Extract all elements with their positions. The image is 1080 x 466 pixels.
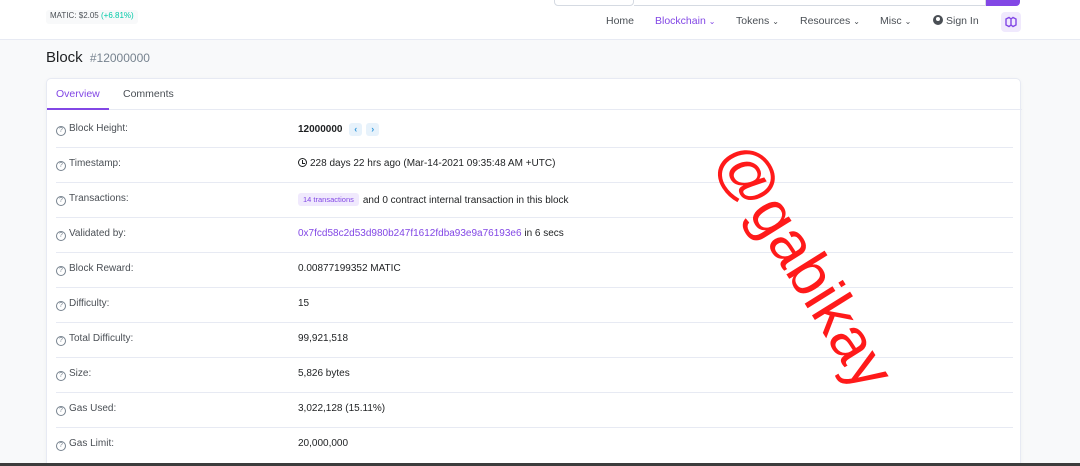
difficulty-value: 15: [298, 298, 310, 309]
search-input[interactable]: [634, 0, 986, 6]
nav-tokens[interactable]: Tokens ⌄: [736, 15, 779, 29]
row-label-text: Gas Limit:: [69, 438, 115, 449]
row-size: ? Size: 5,826 bytes: [56, 358, 1013, 393]
row-label: ? Gas Limit:: [56, 438, 114, 451]
price-change: (+6.81%): [101, 11, 134, 20]
gas-limit-value: 20,000,000: [298, 438, 349, 449]
size-value: 5,826 bytes: [298, 368, 350, 379]
transactions-text: and 0 contract internal transaction in t…: [362, 195, 569, 206]
row-label: ? Total Difficulty:: [56, 333, 133, 346]
validator-address-link[interactable]: 0x7fcd58c2d53d980b247f1612fdba93e9a76193…: [298, 228, 522, 239]
tab-comments[interactable]: Comments: [123, 88, 174, 100]
timestamp-value: 228 days 22 hrs ago (Mar-14-2021 09:35:4…: [310, 158, 556, 169]
question-circle-icon: ?: [56, 336, 66, 346]
question-circle-icon: ?: [56, 371, 66, 381]
nav-resources-label: Resources: [800, 15, 851, 27]
chevron-down-icon: ⌄: [853, 17, 860, 26]
row-transactions: ? Transactions: 14 transactions and 0 cont…: [56, 183, 1013, 218]
row-difficulty: ? Difficulty: 15: [56, 288, 1013, 323]
nav-misc[interactable]: Misc ⌄: [880, 15, 911, 29]
row-value: 14 transactions and 0 contract internal t…: [298, 193, 569, 206]
row-label: ? Block Height:: [56, 123, 128, 136]
network-switch-button[interactable]: [1001, 12, 1021, 32]
nav-misc-label: Misc: [880, 15, 902, 27]
nav-sign-in-label: Sign In: [946, 15, 979, 27]
row-label: ? Gas Used:: [56, 403, 116, 416]
row-label: ? Block Reward:: [56, 263, 133, 276]
row-label: ? Validated by:: [56, 228, 126, 241]
page-title: Block #12000000: [46, 49, 150, 66]
question-circle-icon: ?: [56, 301, 66, 311]
row-label-text: Block Reward:: [69, 263, 134, 274]
gas-used-value: 3,022,128 (15.11%): [298, 403, 386, 414]
row-label-text: Gas Used:: [69, 403, 117, 414]
row-label-text: Validated by:: [69, 228, 127, 239]
nav-home[interactable]: Home: [606, 15, 634, 29]
row-block-reward: ? Block Reward: 0.00877199352 MATIC: [56, 253, 1013, 288]
clock-icon: [298, 158, 307, 167]
block-details-card: Overview Comments ? Block Height: 1200000…: [46, 78, 1022, 466]
row-total-difficulty: ? Total Difficulty: 99,921,518: [56, 323, 1013, 358]
question-circle-icon: ?: [56, 196, 66, 206]
row-label-text: Total Difficulty:: [69, 333, 134, 344]
row-label-text: Timestamp:: [69, 158, 121, 169]
search-filter-select[interactable]: [554, 0, 634, 6]
row-gas-used: ? Gas Used: 3,022,128 (15.11%): [56, 393, 1013, 428]
question-circle-icon: ?: [56, 441, 66, 451]
active-tab-indicator: [47, 108, 109, 110]
question-circle-icon: ?: [56, 406, 66, 416]
row-label-text: Block Height:: [69, 123, 128, 134]
validated-duration: in 6 secs: [524, 228, 564, 239]
nav-blockchain[interactable]: Blockchain ⌄: [655, 15, 715, 29]
row-label: ? Size:: [56, 368, 91, 381]
page-title-text: Block: [46, 49, 83, 66]
search-button[interactable]: [986, 0, 1020, 6]
polygon-logo-icon: [1005, 16, 1017, 28]
tab-overview[interactable]: Overview: [56, 88, 100, 100]
row-block-height: ? Block Height: 12000000 ‹ ›: [56, 113, 1013, 148]
row-label: ? Transactions:: [56, 193, 129, 206]
block-height-value: 12000000: [298, 124, 343, 135]
question-circle-icon: ?: [56, 126, 66, 136]
nav-home-label: Home: [606, 15, 635, 27]
chevron-down-icon: ⌄: [708, 17, 716, 26]
question-circle-icon: ?: [56, 161, 66, 171]
row-label: ? Timestamp:: [56, 158, 121, 171]
chevron-down-icon: ⌄: [772, 17, 779, 26]
row-timestamp: ? Timestamp: 228 days 22 hrs ago (Mar-14-…: [56, 148, 1013, 183]
row-validated-by: ? Validated by: 0x7fcd58c2d53d980b247f161…: [56, 218, 1013, 253]
user-circle-icon: [933, 15, 943, 25]
row-value: 228 days 22 hrs ago (Mar-14-2021 09:35:4…: [298, 158, 555, 169]
transactions-badge[interactable]: 14 transactions: [298, 193, 359, 206]
nav-resources[interactable]: Resources ⌄: [800, 15, 860, 29]
nav-blockchain-label: Blockchain: [655, 15, 706, 27]
row-label: ? Difficulty:: [56, 298, 109, 311]
price-label: MATIC: $2.05: [50, 11, 99, 20]
row-value: 12000000 ‹ ›: [298, 123, 380, 136]
next-block-button[interactable]: ›: [366, 123, 380, 136]
row-gas-limit: ? Gas Limit: 20,000,000: [56, 428, 1013, 463]
total-difficulty-value: 99,921,518: [298, 333, 349, 344]
question-circle-icon: ?: [56, 266, 66, 276]
nav-tokens-label: Tokens: [736, 15, 770, 27]
row-label-text: Transactions:: [69, 193, 129, 204]
nav-sign-in[interactable]: Sign In: [933, 15, 979, 29]
chevron-down-icon: ⌄: [904, 17, 912, 26]
block-reward-value: 0.00877199352 MATIC: [298, 263, 401, 274]
previous-block-button[interactable]: ‹: [349, 123, 363, 136]
matic-price: MATIC: $2.05 (+6.81%): [46, 10, 138, 24]
row-label-text: Size:: [69, 368, 92, 379]
row-label-text: Difficulty:: [69, 298, 110, 309]
question-circle-icon: ?: [56, 231, 66, 241]
top-header: MATIC: $2.05 (+6.81%) Home Blockchain ⌄ T…: [0, 0, 1080, 40]
block-number: #12000000: [89, 51, 150, 65]
tab-bar: Overview Comments: [47, 79, 1022, 110]
row-value: 0x7fcd58c2d53d980b247f1612fdba93e9a76193…: [298, 228, 564, 239]
